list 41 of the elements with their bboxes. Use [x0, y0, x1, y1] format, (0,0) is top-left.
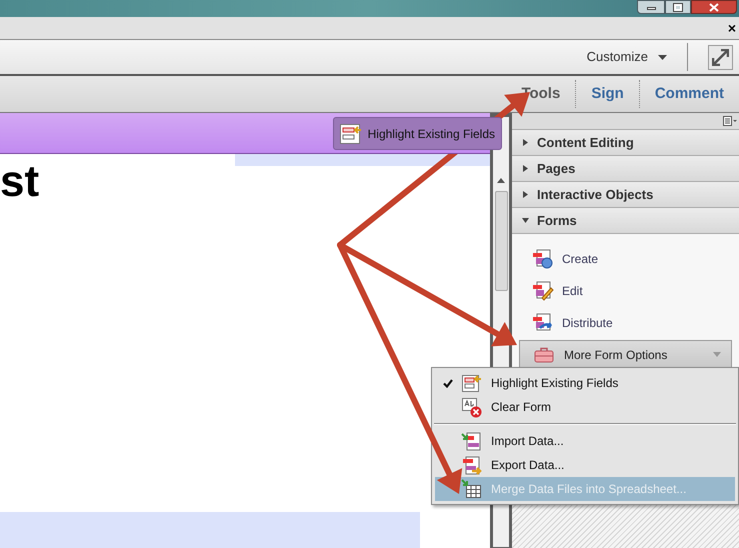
form-field[interactable]: [0, 512, 420, 548]
collapsed-triangle-icon: [522, 191, 529, 198]
scroll-thumb[interactable]: [494, 191, 508, 291]
collapsed-triangle-icon: [522, 165, 529, 172]
spreadsheet-icon: [461, 478, 483, 500]
menu-item[interactable]: Import Data...: [435, 429, 735, 453]
form-pencil-icon: [532, 280, 554, 302]
form-field[interactable]: [235, 154, 490, 166]
panel-tab[interactable]: Comment: [640, 76, 739, 112]
panel-options-icon[interactable]: [723, 116, 737, 126]
full-screen-button[interactable]: [708, 44, 733, 70]
panel-section-header[interactable]: Interactive Objects: [512, 182, 739, 208]
collapsed-triangle-icon: [522, 139, 529, 146]
more-options-dropdown[interactable]: More Form Options: [519, 340, 732, 369]
menu-item[interactable]: Export Data...: [435, 453, 735, 477]
import-data-icon: [461, 430, 483, 452]
expand-icon: [712, 48, 729, 66]
clear-form-icon: [461, 396, 483, 418]
customize-dropdown[interactable]: Customize: [586, 47, 667, 67]
close-button[interactable]: ×: [728, 21, 736, 35]
menu-item[interactable]: Highlight Existing Fields: [435, 371, 735, 395]
form-fields-icon: [340, 124, 362, 144]
menu-item[interactable]: Clear Form: [435, 395, 735, 419]
caret-icon: [713, 352, 721, 357]
panel-item[interactable]: Create: [512, 243, 739, 275]
scroll-up-icon[interactable]: [497, 177, 505, 183]
form-globe-icon: [532, 248, 554, 270]
panel-tab[interactable]: Sign: [576, 76, 639, 112]
export-data-icon: [461, 454, 483, 476]
panel-item[interactable]: Edit: [512, 275, 739, 307]
caret-icon: [658, 54, 667, 60]
highlight-fields-icon: [461, 372, 483, 394]
panel-section-header[interactable]: Content Editing: [512, 130, 739, 156]
panel-section-header[interactable]: Pages: [512, 156, 739, 182]
window-controls-drawing[interactable]: [637, 0, 737, 14]
document-heading: st: [0, 160, 40, 204]
toolbox-icon: [534, 346, 554, 362]
highlight-fields-button[interactable]: Highlight Existing Fields: [332, 117, 502, 150]
panel-section-header[interactable]: Forms: [512, 208, 739, 234]
expanded-triangle-icon: [522, 217, 529, 224]
panel-item[interactable]: Distribute: [512, 307, 739, 339]
